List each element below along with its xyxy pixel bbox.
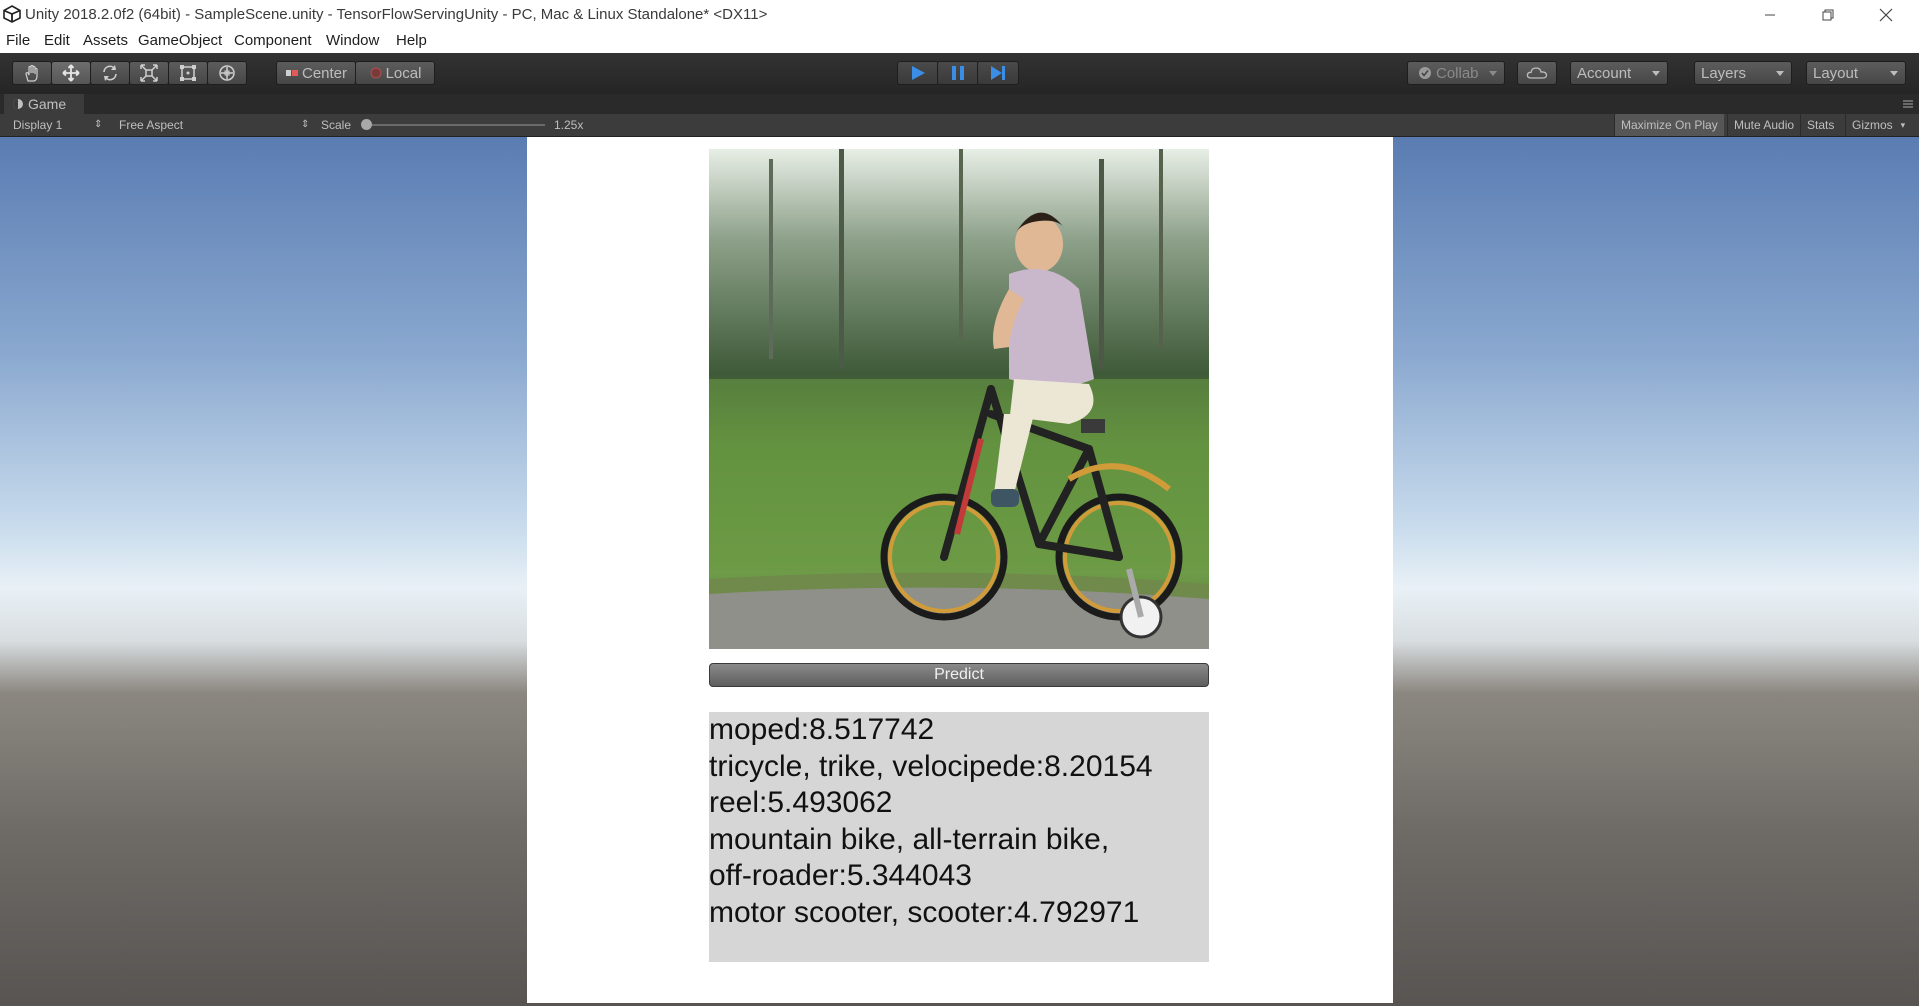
close-icon — [1879, 8, 1893, 21]
result-line: moped:8.517742 — [709, 713, 935, 746]
chevron-down-icon — [1489, 71, 1497, 76]
pause-icon — [952, 66, 964, 80]
prediction-results: moped:8.517742 tricycle, trike, velocipe… — [709, 712, 1209, 962]
stats-toggle[interactable]: Stats — [1800, 114, 1840, 136]
play-icon — [912, 66, 925, 80]
account-dropdown[interactable]: Account — [1570, 61, 1668, 85]
collab-button[interactable]: Collab — [1407, 61, 1505, 85]
hand-tool-button[interactable] — [12, 61, 52, 85]
gizmos-label: Gizmos — [1852, 118, 1893, 132]
result-line: reel:5.493062 — [709, 786, 893, 819]
gizmos-toggle[interactable]: Gizmos ▾ — [1845, 114, 1911, 136]
step-button[interactable] — [977, 61, 1019, 85]
menu-edit[interactable]: Edit — [44, 32, 70, 49]
pivot-rotation-button[interactable]: Local — [355, 61, 435, 85]
play-button[interactable] — [897, 61, 939, 85]
result-line: off-roader:5.344043 — [709, 859, 972, 892]
menu-gameobject[interactable]: GameObject — [138, 32, 222, 49]
scale-value: 1.25x — [554, 118, 584, 132]
move-tool-icon — [62, 64, 80, 82]
pivot-center-icon — [285, 70, 298, 76]
collab-label: Collab — [1436, 64, 1479, 82]
minimize-button[interactable] — [1741, 0, 1799, 29]
aspect-chevron-icon: ⇕ — [301, 119, 310, 130]
local-rotation-icon — [370, 67, 382, 79]
input-image — [709, 149, 1209, 649]
pause-button[interactable] — [937, 61, 979, 85]
scale-tool-button[interactable] — [129, 61, 169, 85]
predict-button[interactable]: Predict — [709, 663, 1209, 687]
rotate-tool-icon — [103, 65, 117, 81]
rect-tool-button[interactable] — [168, 61, 208, 85]
scale-slider-thumb[interactable] — [361, 119, 372, 130]
step-icon — [991, 66, 1005, 80]
scale-slider[interactable] — [361, 119, 545, 130]
app-panel: Predict moped:8.517742 tricycle, trike, … — [527, 137, 1393, 1003]
display-chevron-icon: ⇕ — [94, 119, 103, 130]
rotate-tool-button[interactable] — [90, 61, 130, 85]
scale-label: Scale — [321, 118, 352, 132]
pivot-rotation-label: Local — [385, 64, 422, 82]
main-toolbar: Center Local Collab Account Layers Layou… — [0, 53, 1919, 95]
restore-button[interactable] — [1799, 0, 1857, 29]
mute-audio-label: Mute Audio — [1734, 118, 1795, 132]
gizmos-chevron-icon: ▾ — [1900, 119, 1906, 130]
result-line: mountain bike, all-terrain bike, — [709, 822, 1110, 856]
minimize-icon — [1765, 14, 1775, 15]
layers-label: Layers — [1701, 64, 1747, 82]
scale-tool-icon — [140, 64, 158, 82]
pivot-mode-button[interactable]: Center — [276, 61, 356, 85]
pivot-mode-label: Center — [301, 64, 348, 82]
account-label: Account — [1577, 64, 1632, 82]
close-button[interactable] — [1857, 0, 1915, 29]
restore-icon — [1822, 9, 1834, 20]
mute-audio-toggle[interactable]: Mute Audio — [1727, 114, 1800, 136]
layout-label: Layout — [1813, 64, 1859, 82]
stats-label: Stats — [1807, 118, 1835, 132]
layout-dropdown[interactable]: Layout — [1806, 61, 1906, 85]
rect-tool-icon — [180, 65, 196, 81]
layers-dropdown[interactable]: Layers — [1694, 61, 1792, 85]
cloud-button[interactable] — [1517, 61, 1557, 85]
result-line: tricycle, trike, velocipede:8.20154 — [709, 749, 1153, 783]
display-dropdown[interactable]: Display 1 — [13, 118, 62, 132]
game-view: Predict moped:8.517742 tricycle, trike, … — [0, 137, 1919, 1006]
hand-tool-icon — [25, 64, 38, 82]
result-line: motor scooter, scooter:4.792971 — [709, 895, 1140, 929]
collab-check-icon — [1419, 67, 1431, 79]
aspect-dropdown[interactable]: Free Aspect — [119, 118, 183, 132]
move-tool-button[interactable] — [51, 61, 91, 85]
game-view-toolbar: Display 1 ⇕ Free Aspect ⇕ Scale 1.25x Ma… — [0, 114, 1919, 137]
menu-window[interactable]: Window — [326, 32, 379, 49]
transform-tool-icon — [219, 65, 235, 81]
maximize-on-play-toggle[interactable]: Maximize On Play — [1614, 114, 1724, 136]
game-icon — [13, 99, 23, 109]
tab-game-label: Game — [28, 96, 67, 112]
window-title: Unity 2018.2.0f2 (64bit) - SampleScene.u… — [25, 6, 768, 23]
chevron-down-icon — [1652, 71, 1660, 76]
menu-bar: File Edit Assets GameObject Component Wi… — [0, 29, 1919, 53]
menu-help[interactable]: Help — [396, 32, 427, 49]
predict-button-label: Predict — [934, 666, 984, 683]
panel-menu-icon[interactable] — [1901, 99, 1915, 109]
tab-game[interactable]: Game — [4, 94, 84, 114]
transform-tool-button[interactable] — [207, 61, 247, 85]
game-tab-header: Game — [0, 94, 1919, 114]
unity-logo-icon — [3, 5, 21, 23]
title-bar: Unity 2018.2.0f2 (64bit) - SampleScene.u… — [0, 0, 1919, 29]
menu-assets[interactable]: Assets — [83, 32, 128, 49]
menu-component[interactable]: Component — [234, 32, 312, 49]
cloud-icon — [1526, 67, 1548, 79]
maximize-on-play-label: Maximize On Play — [1621, 118, 1718, 132]
chevron-down-icon — [1890, 71, 1898, 76]
boy-on-bicycle-photo — [709, 149, 1209, 649]
menu-file[interactable]: File — [6, 32, 30, 49]
chevron-down-icon — [1776, 71, 1784, 76]
